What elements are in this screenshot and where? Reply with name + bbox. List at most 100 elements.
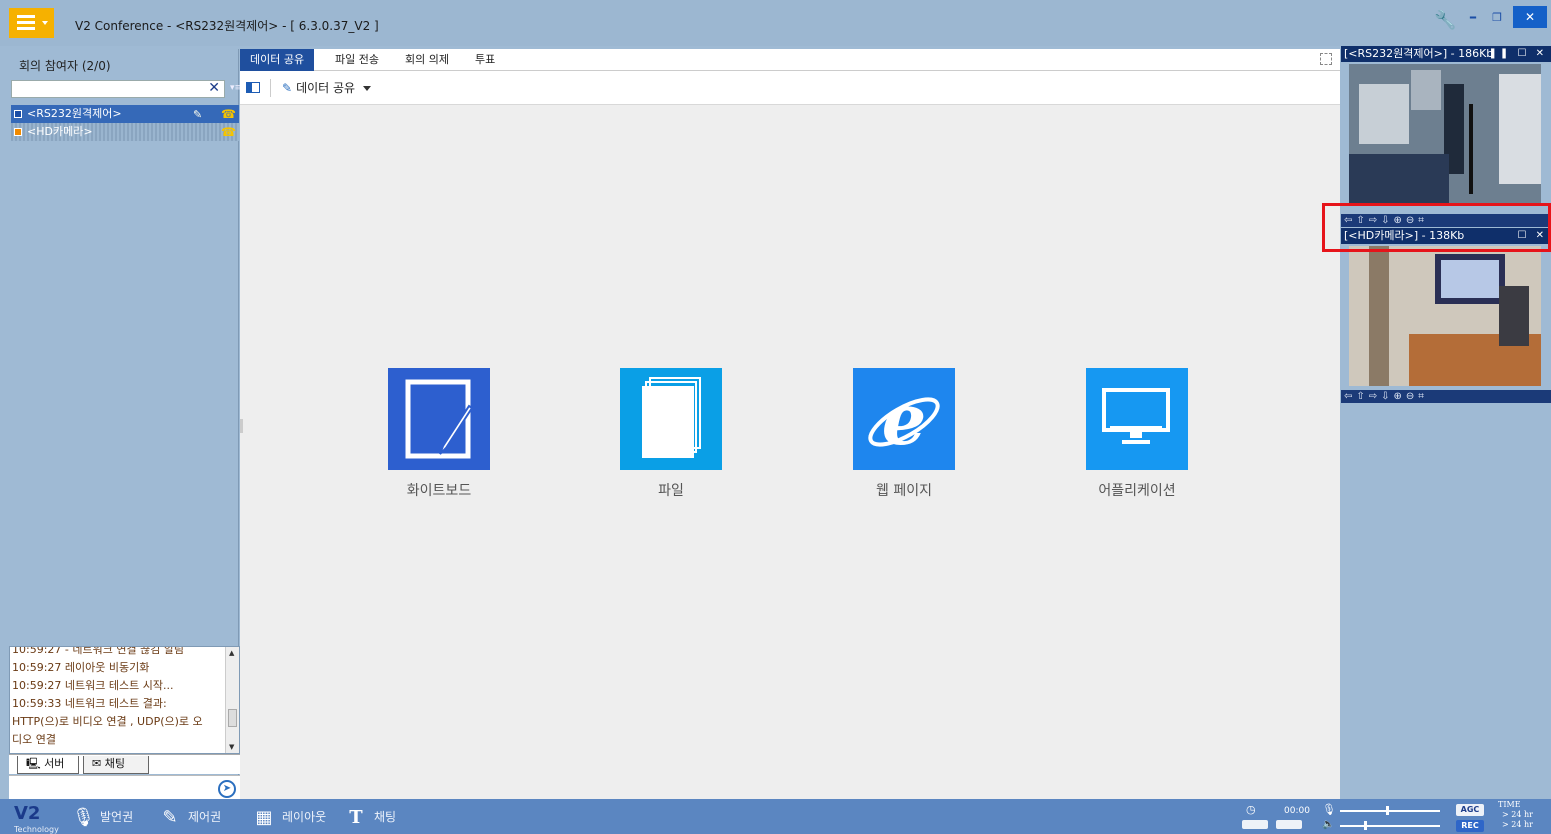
tab-vote[interactable]: 투표 — [465, 49, 505, 71]
stop-button[interactable] — [1276, 820, 1302, 829]
participants-title: 회의 참여자 (2/0) — [19, 59, 111, 73]
app-window: V2 Conference - <RS232원격제어> - [ 6.3.0.37… — [0, 0, 1551, 834]
bottom-toolbar: V2 Technology 🎙 발언권 ✎ 제어권 ▦ 레이아웃 T 채팅 ◷ 00:0… — [0, 799, 1551, 834]
minimize-button[interactable]: – — [1462, 8, 1484, 28]
main-content: 데이터 공유 파일 전송 회의 의제 투표 ✎ 데이터 공유 화이트보드 파일 … — [240, 49, 1340, 799]
main-menu-button[interactable] — [9, 8, 54, 38]
text-icon: T — [349, 806, 363, 828]
speaker-icon: 🔈 — [1322, 819, 1335, 830]
tab-server[interactable]: 🖳 서버 — [17, 756, 79, 774]
video-image — [1349, 246, 1541, 386]
restore-button[interactable]: ❐ — [1486, 8, 1508, 28]
agc-badge[interactable]: AGC — [1456, 804, 1484, 816]
control-button[interactable]: ✎ 제어권 — [160, 807, 221, 827]
whiteboard-label: 화이트보드 — [406, 483, 472, 499]
log-line: 디오 연결 — [12, 733, 56, 746]
video-panel: [<RS232원격제어>] - 186Kb ❚❚ ☐ ✕ ⇦⇧⇨⇩⊕⊖⌗ [<H… — [1341, 46, 1551, 799]
highlight-box — [1322, 203, 1551, 252]
phone-icon: ☎ — [221, 107, 236, 121]
web-page-tile[interactable]: e — [853, 368, 955, 470]
participant-color-icon — [14, 128, 22, 136]
video-feed[interactable] — [1349, 246, 1541, 386]
video-feed[interactable] — [1349, 64, 1541, 204]
file-icon — [642, 377, 701, 458]
video-title: [<RS232원격제어>] - 186Kb — [1344, 47, 1494, 60]
time-value: > 24 hr — [1502, 810, 1533, 819]
splitter-handle[interactable] — [240, 419, 243, 433]
v2-logo: V2 Technology — [14, 803, 59, 834]
mic-icon: 🎙 — [1322, 803, 1336, 816]
svg-text:e: e — [882, 378, 927, 461]
data-share-dropdown[interactable]: ✎ 데이터 공유 — [282, 79, 372, 97]
main-tabs: 데이터 공유 파일 전송 회의 의제 투표 — [240, 49, 1340, 71]
speaker-volume-slider[interactable] — [1340, 825, 1440, 827]
layout-button[interactable]: ▦ 레이아웃 — [254, 807, 326, 827]
participant-item[interactable]: <HD카메라> ☎ — [11, 123, 239, 141]
tab-data-share[interactable]: 데이터 공유 — [240, 49, 315, 71]
participant-name: <RS232원격제어> — [27, 107, 122, 120]
slider-knob[interactable] — [1364, 821, 1367, 830]
phone-icon: ☎ — [221, 125, 236, 139]
tab-file-transfer[interactable]: 파일 전송 — [325, 49, 389, 71]
layout-icon: ▦ — [255, 806, 273, 828]
chat-input[interactable]: ➤ — [9, 775, 240, 799]
record-time: 00:00 — [1284, 806, 1310, 816]
send-icon[interactable]: ➤ — [218, 780, 236, 798]
log-line: 10:59:27 네트워크 테스트 시작... — [12, 679, 174, 692]
log-tabs: 🖳 서버 ✉ 채팅 — [9, 754, 240, 774]
close-button[interactable]: ✕ — [1513, 6, 1547, 28]
video-image — [1349, 64, 1541, 204]
log-scrollbar[interactable]: ▲ ▼ — [225, 647, 239, 753]
log-line: 10:59:33 네트워크 테스트 결과: — [12, 697, 167, 710]
mic-volume-slider[interactable] — [1340, 810, 1440, 812]
file-tile[interactable] — [620, 368, 722, 470]
chat-button[interactable]: T 채팅 — [346, 807, 396, 827]
scroll-up-icon[interactable]: ▲ — [229, 649, 234, 657]
panel-toggle-icon[interactable] — [246, 82, 260, 93]
chevron-down-icon — [42, 21, 48, 25]
record-button[interactable] — [1242, 820, 1268, 829]
maximize-icon[interactable]: ☐ — [1517, 48, 1529, 59]
log-line: 10:59:27 레이아웃 비동기화 — [12, 661, 150, 674]
participant-search: ✕ — [11, 80, 225, 98]
time-label: TIME — [1498, 800, 1521, 809]
settings-wrench-icon[interactable]: 🔧 — [1434, 10, 1456, 32]
application-tile[interactable] — [1086, 368, 1188, 470]
scroll-thumb[interactable] — [228, 709, 237, 727]
share-toolbar: ✎ 데이터 공유 — [240, 71, 1340, 105]
application-icon — [1102, 388, 1170, 444]
video-header: [<RS232원격제어>] - 186Kb ❚❚ ☐ ✕ — [1341, 46, 1551, 62]
tab-chat[interactable]: ✉ 채팅 — [83, 756, 149, 774]
application-label: 어플리케이션 — [1098, 483, 1176, 499]
whiteboard-icon — [405, 379, 474, 459]
server-log: 10:59:27 - 네트워크 연결 끊김 알림 10:59:27 레이아웃 비… — [9, 646, 240, 754]
tab-agenda[interactable]: 회의 의제 — [395, 49, 459, 71]
time-value: > 24 hr — [1502, 820, 1533, 829]
ptz-controls[interactable]: ⇦⇧⇨⇩⊕⊖⌗ — [1341, 390, 1551, 403]
microphone-icon: 🎙 — [72, 806, 95, 828]
title-bar: V2 Conference - <RS232원격제어> - [ 6.3.0.37… — [0, 0, 1551, 46]
control-icon: ✎ — [162, 806, 178, 828]
participant-name: <HD카메라> — [27, 125, 93, 138]
log-line: HTTP(으)로 비디오 연결 , UDP(으)로 오 — [12, 715, 203, 728]
scroll-down-icon[interactable]: ▼ — [229, 743, 234, 751]
whiteboard-tile[interactable] — [388, 368, 490, 470]
window-title: V2 Conference - <RS232원격제어> - [ 6.3.0.37… — [75, 19, 379, 33]
slider-knob[interactable] — [1386, 806, 1389, 815]
web-page-icon: e — [868, 378, 940, 461]
chevron-down-icon — [363, 86, 372, 91]
fullscreen-icon[interactable] — [1320, 53, 1332, 65]
participant-item[interactable]: <RS232원격제어> ✎ ☎ — [11, 105, 239, 123]
rec-badge[interactable]: REC — [1456, 820, 1484, 832]
edit-icon[interactable]: ✎ — [193, 106, 202, 124]
floor-button[interactable]: 🎙 발언권 — [72, 807, 133, 827]
clear-search-icon[interactable]: ✕ — [208, 80, 220, 96]
participant-color-icon — [14, 110, 22, 118]
participants-panel: 회의 참여자 (2/0) ✕ ▾≡ <RS232원격제어> ✎ ☎ <HD카메라… — [9, 49, 242, 799]
close-icon[interactable]: ✕ — [1536, 48, 1547, 59]
hamburger-icon — [17, 15, 35, 30]
pause-icon[interactable]: ❚❚ — [1489, 48, 1512, 59]
pencil-icon: ✎ — [282, 81, 293, 95]
filter-icon[interactable]: ▾≡ — [230, 83, 242, 95]
participant-search-input[interactable] — [12, 81, 192, 97]
